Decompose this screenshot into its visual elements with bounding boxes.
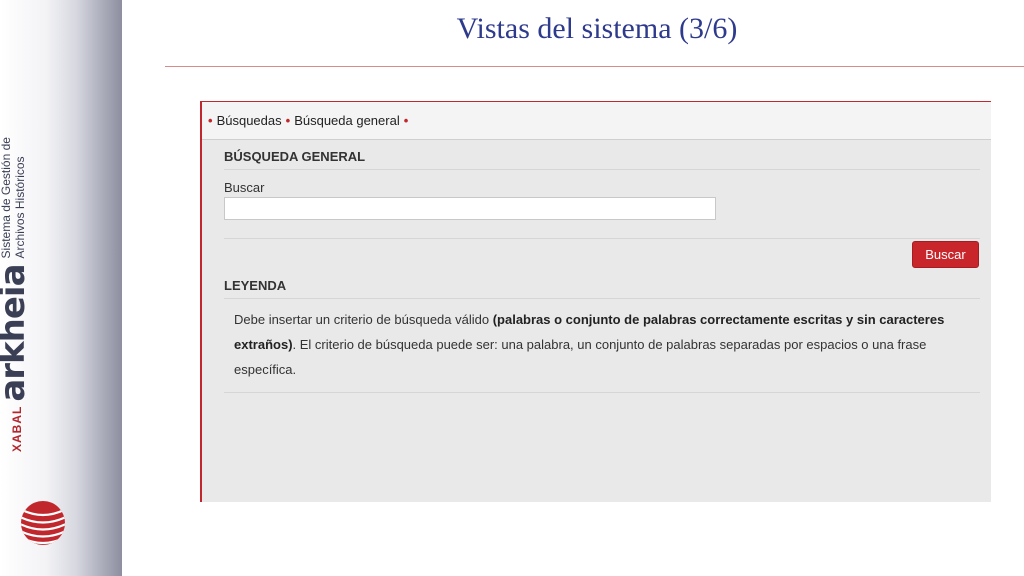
legend-divider xyxy=(224,392,980,393)
legend-section-heading: LEYENDA xyxy=(224,278,980,299)
breadcrumb-item-busquedas[interactable]: Búsquedas xyxy=(217,113,282,128)
search-section-heading: BÚSQUEDA GENERAL xyxy=(224,149,980,170)
app-screenshot-panel: • Búsquedas • Búsqueda general • BÚSQUED… xyxy=(200,101,991,502)
search-input[interactable] xyxy=(224,197,716,220)
breadcrumb-bullet-icon: • xyxy=(285,113,291,128)
title-divider xyxy=(165,66,1024,67)
breadcrumb-item-busqueda-general[interactable]: Búsqueda general xyxy=(294,113,400,128)
legend-text: Debe insertar un criterio de búsqueda vá… xyxy=(234,307,974,382)
brand-xabal: XABAL xyxy=(10,405,24,452)
brand-subtitle-line2: Archivos Históricos xyxy=(13,156,27,259)
breadcrumb-bullet-icon: • xyxy=(403,113,409,128)
search-field-label: Buscar xyxy=(224,180,265,195)
brand-globe-logo-icon xyxy=(21,501,65,545)
legend-text-end: . El criterio de búsqueda puede ser: una… xyxy=(234,337,927,377)
brand-name: arkheia xyxy=(0,264,33,402)
brand-subtitle: Sistema de Gestión de Archivos Histórico… xyxy=(0,137,27,258)
section-divider xyxy=(224,238,980,239)
legend-text-start: Debe insertar un criterio de búsqueda vá… xyxy=(234,312,493,327)
brand-subtitle-line1: Sistema de Gestión de xyxy=(0,137,13,259)
breadcrumb: • Búsquedas • Búsqueda general • xyxy=(202,102,991,140)
search-button[interactable]: Buscar xyxy=(912,241,979,268)
breadcrumb-bullet-icon: • xyxy=(208,113,213,128)
page-title: Vistas del sistema (3/6) xyxy=(456,12,738,45)
